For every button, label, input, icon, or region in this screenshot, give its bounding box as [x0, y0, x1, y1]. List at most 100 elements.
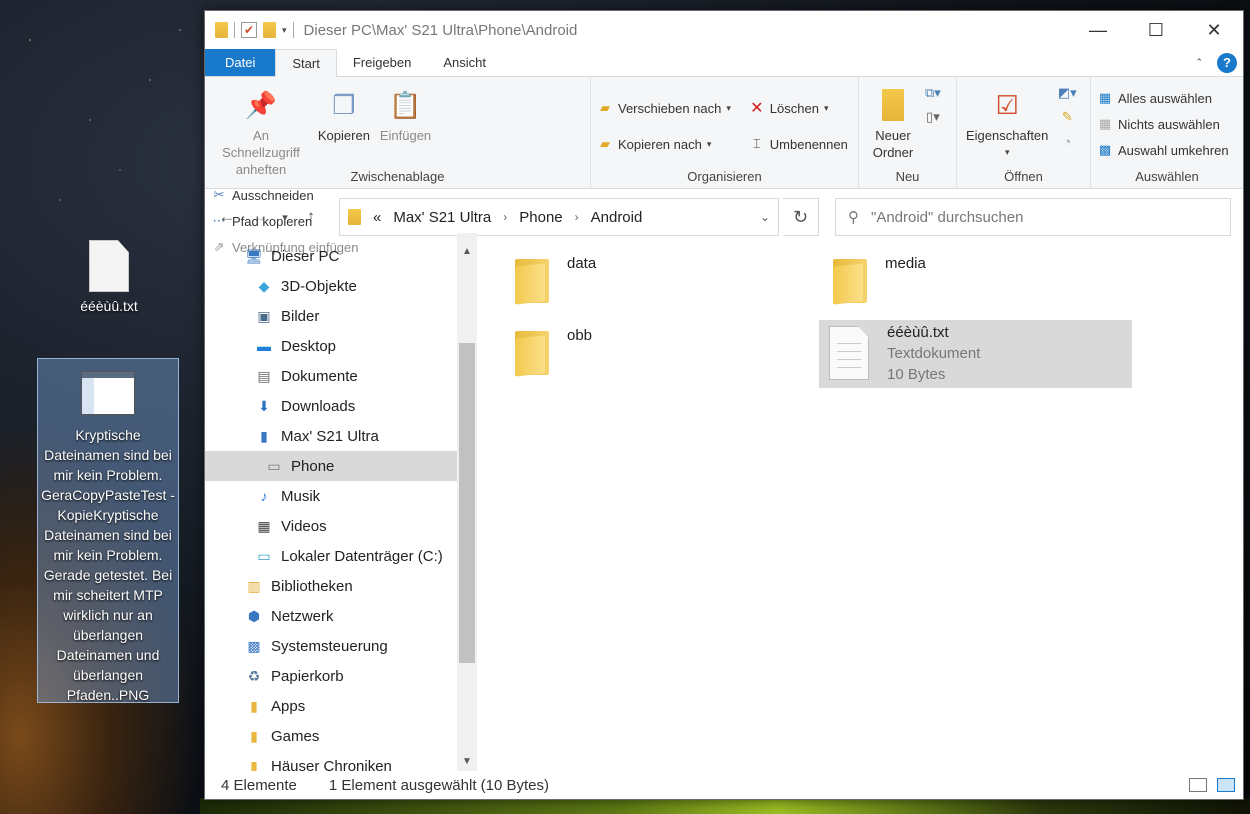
text-file-icon — [89, 240, 129, 292]
history-icon[interactable]: ◔ — [1059, 133, 1075, 149]
file-item-folder[interactable]: data — [503, 249, 606, 309]
tree-item-label: 3D-Objekte — [281, 277, 357, 295]
tree-item-label: Phone — [291, 457, 335, 475]
new-item-icon[interactable]: ⧉▾ — [925, 85, 941, 101]
tree-item[interactable]: ▦ Videos — [205, 511, 477, 541]
open-icon[interactable]: ◩▾ — [1058, 85, 1077, 101]
cut-button[interactable]: ✂ Ausschneiden — [211, 184, 359, 206]
tree-item[interactable]: ▬ Desktop — [205, 331, 477, 361]
close-button[interactable]: ✕ — [1185, 11, 1243, 49]
tree-item-label: Musik — [281, 487, 321, 505]
maximize-button[interactable]: ☐ — [1127, 11, 1185, 49]
file-item-folder[interactable]: media — [821, 249, 936, 309]
tree-item[interactable]: ▥ Bibliotheken — [205, 571, 477, 601]
tree-item[interactable]: ▣ Bilder — [205, 301, 477, 331]
select-all-button[interactable]: ▦ Alles auswählen — [1097, 87, 1229, 109]
tree-item[interactable]: ♪ Musik — [205, 481, 477, 511]
navigation-pane: 🖥 Dieser PC ◆ 3D-Objekte ▣ Bilder ▬ Desktop ▤ Dok… — [205, 233, 477, 771]
storage-icon: ▭ — [267, 457, 281, 474]
scroll-thumb[interactable] — [459, 343, 475, 663]
details-view-icon[interactable] — [1189, 778, 1207, 792]
group-label: Neu — [895, 169, 920, 184]
chevron-down-icon: ▾ — [1004, 147, 1010, 157]
tree-item[interactable]: ▤ Dokumente — [205, 361, 477, 391]
easy-access-icon[interactable]: ▯▾ — [925, 109, 941, 125]
properties-button[interactable]: ☑ Eigenschaften ▾ — [963, 83, 1051, 163]
group-label: Auswählen — [1135, 169, 1199, 184]
tab-file[interactable]: Datei — [205, 49, 276, 76]
edit-icon[interactable]: ✎ — [1059, 109, 1075, 125]
group-organize: ▰ Verschieben nach ▾ ▰ Kopieren nach ▾ ✕… — [591, 77, 859, 188]
search-input[interactable] — [871, 208, 1218, 226]
cube-icon: ◆ — [258, 277, 270, 294]
file-item-text[interactable]: ééèùû.txt Textdokument 10 Bytes — [819, 320, 1132, 388]
tree-item[interactable]: 🖥 Dieser PC — [205, 241, 477, 271]
content-area: 🖥 Dieser PC ◆ 3D-Objekte ▣ Bilder ▬ Desktop ▤ Dok… — [205, 233, 1243, 771]
tree-item[interactable]: ▮ Max' S21 Ultra — [205, 421, 477, 451]
select-none-button[interactable]: ▦ Nichts auswählen — [1097, 113, 1229, 135]
new-folder-icon[interactable] — [263, 22, 276, 38]
paste-button[interactable]: 📋 Einfügen — [377, 83, 434, 146]
group-select: ▦ Alles auswählen ▦ Nichts auswählen ▩ A… — [1091, 77, 1243, 188]
customize-toolbar-dropdown[interactable]: ▾ — [282, 25, 287, 36]
file-item-folder[interactable]: obb — [503, 321, 602, 381]
tree-item-label: Systemsteuerung — [271, 637, 388, 655]
tab-start[interactable]: Start — [275, 49, 337, 77]
copy-to-button[interactable]: ▰ Kopieren nach ▾ — [597, 133, 731, 155]
breadcrumb-overflow[interactable]: « — [373, 209, 381, 226]
tree-item-label: Papierkorb — [271, 667, 344, 685]
file-name: ééèùû.txt — [887, 324, 949, 341]
chevron-right-icon[interactable]: › — [575, 210, 579, 224]
search-box[interactable]: ⚲ — [835, 198, 1231, 236]
tab-share[interactable]: Freigeben — [337, 49, 428, 76]
rename-button[interactable]: ⌶ Umbenennen — [749, 133, 848, 155]
invert-selection-button[interactable]: ▩ Auswahl umkehren — [1097, 139, 1229, 161]
file-size: 10 Bytes — [887, 366, 946, 383]
breadcrumb-item[interactable]: Android — [591, 209, 643, 226]
tab-view[interactable]: Ansicht — [427, 49, 502, 76]
desktop-icon-png-file[interactable]: Kryptische Dateinamen sind bei mir kein … — [37, 358, 179, 703]
chevron-down-icon[interactable]: ⌄ — [760, 210, 770, 224]
new-folder-button[interactable]: Neuer Ordner — [865, 83, 921, 163]
tree-scrollbar[interactable]: ▲ ▼ — [457, 233, 477, 771]
tree-item[interactable]: ▩ Systemsteuerung — [205, 631, 477, 661]
tree-item[interactable]: ▭ Lokaler Datenträger (C:) — [205, 541, 477, 571]
tree-item[interactable]: ▮ Apps — [205, 691, 477, 721]
move-to-button[interactable]: ▰ Verschieben nach ▾ — [597, 97, 731, 119]
drive-icon: ▭ — [257, 547, 271, 564]
refresh-icon[interactable]: ↻ — [783, 198, 819, 236]
properties-icon[interactable]: ✔ — [241, 22, 257, 38]
tree-item[interactable]: ◆ 3D-Objekte — [205, 271, 477, 301]
tree-item[interactable]: ♻ Papierkorb — [205, 661, 477, 691]
pin-quick-access-button[interactable]: 📌 An Schnellzugriff anheften — [211, 83, 311, 180]
tree-item[interactable]: ▭ Phone — [205, 451, 477, 481]
copy-path-button[interactable]: ⋯ Pfad kopieren — [211, 210, 359, 232]
tree-item-label: Bibliotheken — [271, 577, 353, 595]
tree-item[interactable]: ▮ Games — [205, 721, 477, 751]
delete-x-icon: ✕ — [750, 100, 764, 117]
breadcrumb-item[interactable]: Max' S21 Ultra — [393, 209, 491, 226]
desktop-icon-txt-file[interactable]: ééèùû.txt — [70, 240, 148, 314]
breadcrumb-item[interactable]: Phone — [519, 209, 562, 226]
tree-item[interactable]: ⬇ Downloads — [205, 391, 477, 421]
tiles-view-icon[interactable] — [1217, 778, 1235, 792]
folder-icon: ▮ — [250, 757, 258, 772]
minimize-button[interactable]: — — [1069, 11, 1127, 49]
new-folder-icon — [875, 85, 911, 125]
delete-button[interactable]: ✕ Löschen ▾ — [749, 97, 848, 119]
scroll-down-icon[interactable]: ▼ — [457, 751, 477, 771]
status-bar: 4 Elemente 1 Element ausgewählt (10 Byte… — [205, 771, 1243, 799]
select-none-icon: ▦ — [1098, 116, 1112, 131]
group-new: Neuer Ordner ⧉▾ ▯▾ Neu — [859, 77, 957, 188]
chevron-down-icon: ▾ — [726, 102, 731, 113]
tree-item[interactable]: ⬢ Netzwerk — [205, 601, 477, 631]
ribbon-tabs: Datei Start Freigeben Ansicht ⌃ ? — [205, 49, 1243, 77]
copy-button[interactable]: ❐ Kopieren — [315, 83, 373, 146]
address-bar[interactable]: « Max' S21 Ultra › Phone › Android ⌄ — [339, 198, 779, 236]
scroll-up-icon[interactable]: ▲ — [457, 241, 477, 261]
tree-item[interactable]: ▮ Häuser Chroniken — [205, 751, 477, 772]
help-icon[interactable]: ? — [1217, 52, 1237, 73]
chevron-right-icon[interactable]: › — [503, 210, 507, 224]
collapse-ribbon-icon[interactable]: ⌃ — [1195, 57, 1203, 68]
file-name: media — [885, 255, 926, 272]
